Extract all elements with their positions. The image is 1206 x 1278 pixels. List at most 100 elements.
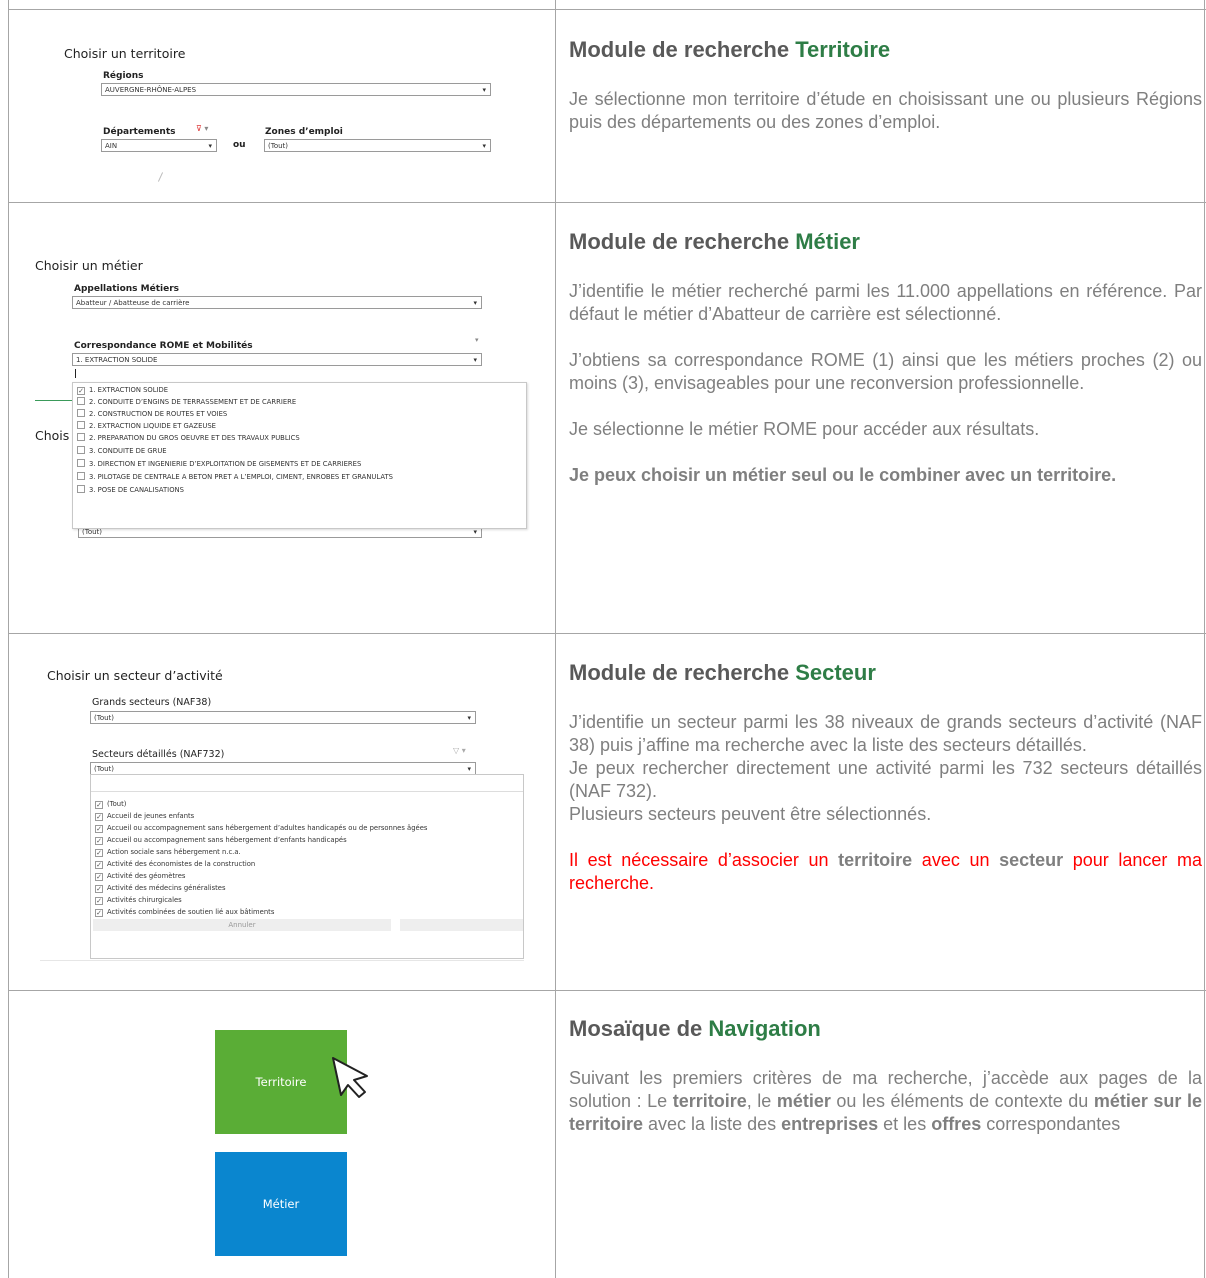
checkbox-icon[interactable] xyxy=(77,397,85,405)
checkbox-checked-icon[interactable]: ✓ xyxy=(95,897,103,905)
checkbox-checked-icon[interactable]: ✓ xyxy=(95,861,103,869)
dropdown-arrow-icon: ▾ xyxy=(482,86,486,94)
checkbox-checked-icon[interactable]: ✓ xyxy=(95,885,103,893)
list-item[interactable]: 2. CONDUITE D’ENGINS DE TERRASSEMENT ET … xyxy=(77,397,296,408)
search-box[interactable] xyxy=(91,775,523,792)
green-underline xyxy=(35,400,75,401)
list-item[interactable]: ✓ Accueil ou accompagnement sans hébergem… xyxy=(95,823,427,834)
departements-label: Départements xyxy=(103,127,176,137)
territoire-filter-mock: Choisir un territoire Régions AUVERGNE-R… xyxy=(0,0,555,200)
dropdown-arrow-icon: ▾ xyxy=(467,765,471,773)
detail-value: (Tout) xyxy=(94,765,115,773)
bottom-value: (Tout) xyxy=(82,528,103,536)
paragraph: J’identifie un secteur parmi les 38 nive… xyxy=(569,712,1202,755)
grands-label: Grands secteurs (NAF38) xyxy=(92,697,212,708)
dropdown-arrow-icon: ▾ xyxy=(208,142,212,150)
paragraph: Je sélectionne le métier ROME pour accéd… xyxy=(569,419,1040,439)
list-item[interactable]: 3. POSE DE CANALISATIONS xyxy=(77,485,184,496)
section-metier-text: Module de recherche Métier J’identifie l… xyxy=(569,229,1202,487)
checkbox-checked-icon[interactable]: ✓ xyxy=(95,813,103,821)
checkbox-icon[interactable] xyxy=(77,459,85,467)
territoire-title: Choisir un territoire xyxy=(64,46,186,61)
list-item[interactable]: ✓ 1. EXTRACTION SOLIDE xyxy=(77,385,168,396)
checkbox-icon[interactable] xyxy=(77,409,85,417)
list-item[interactable]: ✓ (Tout) xyxy=(95,799,126,810)
appellations-value: Abatteur / Abatteuse de carrière xyxy=(76,299,190,307)
checkbox-checked-icon[interactable]: ✓ xyxy=(95,909,103,917)
paragraph: Je peux choisir un métier seul ou le com… xyxy=(569,465,1117,485)
chevron-down-icon[interactable]: ▾ xyxy=(475,336,479,344)
section-heading: Mosaïque de Navigation xyxy=(569,1016,821,1041)
list-item[interactable]: ✓ Activité des médecins généralistes xyxy=(95,883,226,894)
section-heading: Module de recherche Métier xyxy=(569,229,860,254)
filter-icon[interactable]: ⊽ ▾ xyxy=(196,124,208,133)
list-item[interactable]: ✓ Activité des géomètres xyxy=(95,871,185,882)
paragraph: Je sélectionne mon territoire d’étude en… xyxy=(569,89,1202,132)
metier-tile[interactable]: Métier xyxy=(215,1152,347,1256)
paragraph: Suivant les premiers critères de ma rech… xyxy=(569,1068,1202,1134)
departements-dropdown[interactable]: AIN ▾ xyxy=(101,139,217,152)
rome-dropdown[interactable]: 1. EXTRACTION SOLIDE ▾ xyxy=(72,353,482,366)
checkbox-icon[interactable] xyxy=(77,433,85,441)
paragraph: J’identifie le métier recherché parmi le… xyxy=(569,281,1202,324)
secteur-options-list[interactable]: ✓ (Tout) ✓ Accueil de jeunes enfants ✓ Accu… xyxy=(90,774,524,959)
checkbox-checked-icon[interactable]: ✓ xyxy=(95,825,103,833)
row-divider-3 xyxy=(8,990,1206,991)
territoire-tile-label: Territoire xyxy=(255,1075,307,1089)
list-item[interactable]: ✓ Action sociale sans hébergement n.c.a. xyxy=(95,847,241,858)
rome-options-list[interactable]: ✓ 1. EXTRACTION SOLIDE 2. CONDUITE D’ENGI… xyxy=(72,382,527,529)
grands-dropdown[interactable]: (Tout) ▾ xyxy=(90,711,476,724)
section-heading: Module de recherche Territoire xyxy=(569,37,891,62)
list-item[interactable]: 3. CONDUITE DE GRUE xyxy=(77,446,167,457)
checkbox-checked-icon[interactable]: ✓ xyxy=(95,837,103,845)
secteur-filter-mock: Choisir un secteur d’activité Grands sec… xyxy=(0,634,555,990)
list-item[interactable]: ✓ Activités chirurgicales xyxy=(95,895,182,906)
checkbox-icon[interactable] xyxy=(77,421,85,429)
metier-title: Choisir un métier xyxy=(35,258,143,273)
warning-paragraph: Il est nécessaire d’associer un territoi… xyxy=(569,850,1203,893)
mock-bottom-line xyxy=(40,960,524,961)
checkbox-icon[interactable] xyxy=(77,446,85,454)
checkbox-checked-icon[interactable]: ✓ xyxy=(77,387,85,395)
list-item[interactable]: ✓ Accueil de jeunes enfants xyxy=(95,811,194,822)
rome-value: 1. EXTRACTION SOLIDE xyxy=(76,356,158,364)
filter-icon[interactable]: ▽ ▾ xyxy=(453,746,466,755)
zones-label: Zones d’emploi xyxy=(265,127,343,137)
text-cursor xyxy=(75,369,76,378)
section-secteur-text: Module de recherche Secteur J’identifie … xyxy=(569,660,1202,895)
right-border xyxy=(1204,0,1205,1278)
section-navigation-text: Mosaïque de Navigation Suivant les premi… xyxy=(569,1016,1202,1136)
paragraph: Je peux rechercher directement une activ… xyxy=(569,758,1202,801)
column-divider xyxy=(555,0,556,1278)
dropdown-arrow-icon: ▾ xyxy=(467,714,471,722)
checkbox-icon[interactable] xyxy=(77,485,85,493)
dropdown-arrow-icon: ▾ xyxy=(482,142,486,150)
checkbox-checked-icon[interactable]: ✓ xyxy=(95,873,103,881)
paragraph: J’obtiens sa correspondance ROME (1) ain… xyxy=(569,350,1202,393)
zones-dropdown[interactable]: (Tout) ▾ xyxy=(264,139,491,152)
list-item[interactable]: 2. EXTRACTION LIQUIDE ET GAZEUSE xyxy=(77,421,216,432)
list-item[interactable]: 2. PREPARATION DU GROS OEUVRE ET DES TRA… xyxy=(77,433,300,444)
hidden-title: Chois xyxy=(35,428,70,443)
list-item[interactable]: ✓ Accueil ou accompagnement sans hébergem… xyxy=(95,835,347,846)
paragraph: Plusieurs secteurs peuvent être sélectio… xyxy=(569,804,932,824)
checkbox-checked-icon[interactable]: ✓ xyxy=(95,849,103,857)
decorative-stroke xyxy=(157,172,164,182)
metier-tile-label: Métier xyxy=(262,1197,300,1211)
grands-value: (Tout) xyxy=(94,714,115,722)
list-item[interactable]: ✓ Activité des économistes de la construc… xyxy=(95,859,255,870)
regions-value: AUVERGNE-RHÔNE-ALPES xyxy=(105,86,197,94)
cancel-button[interactable]: Annuler xyxy=(93,919,391,931)
list-item[interactable]: 3. PILOTAGE DE CENTRALE A BETON PRET A L… xyxy=(77,472,393,483)
checkbox-icon[interactable] xyxy=(77,472,85,480)
checkbox-checked-icon[interactable]: ✓ xyxy=(95,801,103,809)
regions-dropdown[interactable]: AUVERGNE-RHÔNE-ALPES ▾ xyxy=(101,83,491,96)
secteur-title: Choisir un secteur d’activité xyxy=(47,668,223,683)
list-item[interactable]: ✓ Activités combinées de soutien lié aux … xyxy=(95,907,274,918)
appellations-dropdown[interactable]: Abatteur / Abatteuse de carrière ▾ xyxy=(72,296,482,309)
apply-button[interactable] xyxy=(400,919,523,931)
list-item[interactable]: 2. CONSTRUCTION DE ROUTES ET VOIES xyxy=(77,409,227,420)
regions-label: Régions xyxy=(103,71,144,81)
list-item[interactable]: 3. DIRECTION ET INGENIERIE D’EXPLOITATIO… xyxy=(77,459,361,470)
zones-value: (Tout) xyxy=(268,142,289,150)
